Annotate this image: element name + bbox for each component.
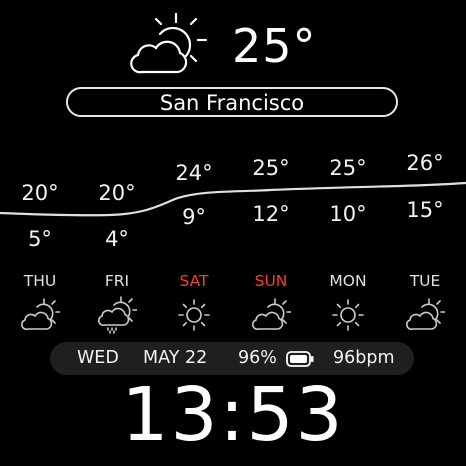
forecast-high-mon: 25° xyxy=(329,156,367,180)
battery-icon xyxy=(286,351,314,367)
forecast-high-tue: 26° xyxy=(406,151,444,175)
forecast-day-tue: TUE xyxy=(409,272,441,290)
battery-level: 96% xyxy=(238,348,277,368)
date-label: MAY 22 xyxy=(143,348,208,368)
forecast-low-thu: 5° xyxy=(28,227,52,251)
forecast-day-sun: SUN xyxy=(254,272,288,290)
forecast-low-sat: 9° xyxy=(182,205,206,229)
sun-icon xyxy=(178,299,210,331)
city-name: San Francisco xyxy=(159,91,305,115)
forecast-low-sun: 12° xyxy=(252,202,290,226)
forecast-day-fri: FRI xyxy=(104,272,130,290)
forecast-high-sun: 25° xyxy=(252,156,290,180)
forecast-high-thu: 20° xyxy=(21,181,59,205)
partly-cloudy-icon xyxy=(130,12,208,74)
forecast-day-sat: SAT xyxy=(179,272,209,290)
current-temperature: 25° xyxy=(232,19,317,73)
forecast-day-thu: THU xyxy=(23,272,57,290)
partly-cloudy-icon xyxy=(406,298,445,331)
sun-cloud-rain-icon xyxy=(98,296,137,334)
digital-clock: 13:53 xyxy=(121,372,345,458)
forecast-high-fri: 20° xyxy=(98,181,136,205)
forecast-low-fri: 4° xyxy=(105,227,129,251)
forecast-low-tue: 15° xyxy=(406,198,444,222)
partly-cloudy-icon xyxy=(252,298,291,331)
forecast-low-mon: 10° xyxy=(329,202,367,226)
forecast-high-sat: 24° xyxy=(175,161,213,185)
weekday-label: WED xyxy=(77,348,119,368)
forecast-day-mon: MON xyxy=(329,272,367,290)
sun-icon xyxy=(332,299,364,331)
partly-cloudy-icon xyxy=(21,298,60,331)
heart-rate: 96bpm xyxy=(333,348,395,368)
